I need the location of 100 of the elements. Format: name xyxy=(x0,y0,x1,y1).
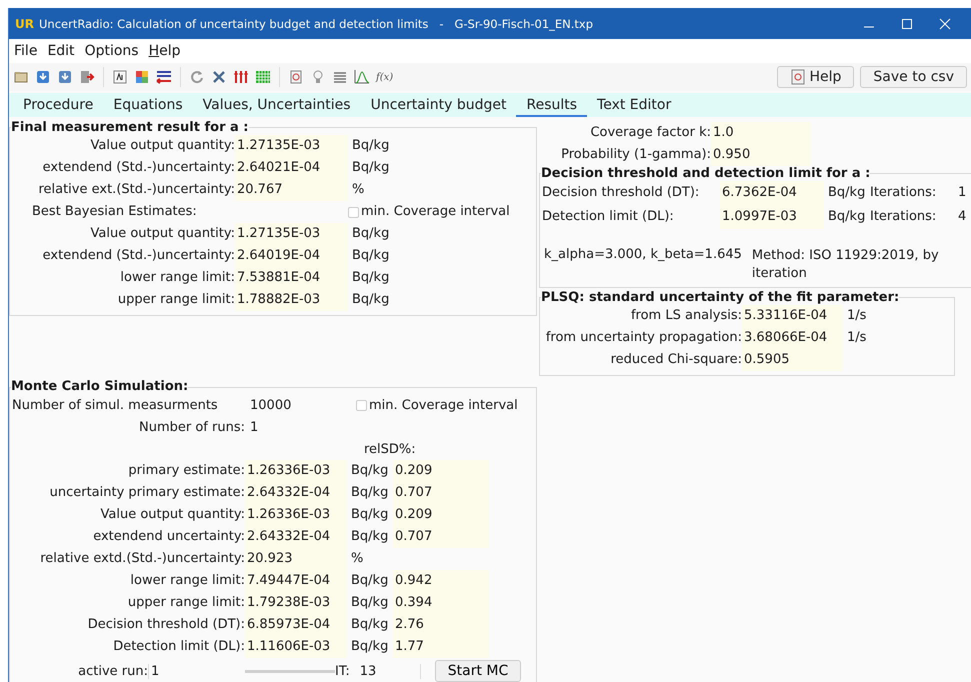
palette-icon[interactable] xyxy=(134,69,150,85)
unit-label: Bq/kg xyxy=(351,159,390,177)
field-label: lower range limit: xyxy=(119,269,235,287)
value-field: 7.49447E-04 xyxy=(245,570,347,592)
tab[interactable]: Results xyxy=(516,95,588,117)
download-icon[interactable] xyxy=(35,69,51,85)
unit-label: 1/s xyxy=(846,329,868,347)
value-field: 1.0 xyxy=(711,122,811,144)
menu-item[interactable]: File xyxy=(13,43,38,59)
curve-icon[interactable] xyxy=(354,69,370,85)
unit-label: Bq/kg xyxy=(351,247,390,265)
help-button[interactable]: Help xyxy=(777,66,854,88)
value-text: 1 xyxy=(249,420,258,434)
tab[interactable]: Uncertainty budget xyxy=(360,95,516,117)
field-label: Decision threshold (DT): xyxy=(86,616,245,634)
unit-label: Bq/kg xyxy=(350,572,390,590)
tab[interactable]: Values, Uncertainties xyxy=(192,95,361,117)
value-text: 10000 xyxy=(250,398,292,412)
unit-label: Bq/kg xyxy=(350,528,390,546)
value-field: 7.53881E-04 xyxy=(235,267,348,289)
field-label: uncertainty primary estimate: xyxy=(48,484,245,502)
field-label: lower range limit: xyxy=(129,572,245,590)
column-header: relSD%: xyxy=(364,442,416,456)
download-icon[interactable] xyxy=(57,69,73,85)
field-label: from LS analysis: xyxy=(630,307,742,325)
value-field: 1.0997E-03 xyxy=(720,205,824,229)
folder-icon[interactable] xyxy=(13,69,29,85)
value-field: 20.767 xyxy=(235,179,348,201)
unit-label: Bq/kg xyxy=(827,208,866,226)
tab[interactable]: Equations xyxy=(103,95,193,117)
field-label: relative extd.(Std.-)uncertainty: xyxy=(39,550,245,568)
unit-label: Bq/kg xyxy=(351,137,390,155)
field-label: Iterations: xyxy=(869,184,938,202)
unit-label: Bq/kg xyxy=(351,291,390,309)
value-field: 1.27135E-03 xyxy=(235,223,348,245)
field-label: Value output quantity: xyxy=(90,225,235,243)
field-label: Detection limit (DL): xyxy=(112,638,245,656)
field-label: primary estimate: xyxy=(127,462,245,480)
field-label: relative ext.(Std.-)uncertainty: xyxy=(37,181,235,199)
report-icon xyxy=(790,69,806,85)
field-label: upper range limit: xyxy=(116,291,235,309)
relsd-field: 0.394 xyxy=(393,592,489,614)
checkbox-label: min. Coverage interval xyxy=(369,398,518,412)
save-csv-button[interactable]: Save to csv xyxy=(860,66,967,88)
section-title: PLSQ: standard uncertainty of the fit parameter: xyxy=(541,290,900,305)
field-label: upper range limit: xyxy=(126,594,245,612)
relsd-field: 1.77 xyxy=(393,636,489,658)
function-tool[interactable]: f(x) xyxy=(376,72,394,82)
field-label: Number of runs: xyxy=(138,420,245,434)
unit-label: % xyxy=(350,550,364,568)
value-field: 2.64332E-04 xyxy=(245,526,347,548)
exit-icon[interactable] xyxy=(79,69,95,85)
close-icon[interactable] xyxy=(939,18,951,30)
lines-arrow-icon[interactable] xyxy=(156,69,172,85)
field-label: Probability (1-gamma): xyxy=(560,146,711,164)
value-field: 2.64019E-04 xyxy=(235,245,348,267)
grid-icon[interactable] xyxy=(255,69,271,85)
value-field: 20.923 xyxy=(245,548,347,570)
relsd-field: 2.76 xyxy=(393,614,489,636)
value-field: 6.85973E-04 xyxy=(245,614,347,636)
tab[interactable]: Text Editor xyxy=(587,95,682,117)
field-label: Value output quantity: xyxy=(100,506,245,524)
unit-label: Bq/kg xyxy=(350,506,390,524)
section-title: Monte Carlo Simulation: xyxy=(11,380,188,394)
value-field: 2.64332E-04 xyxy=(245,482,347,504)
value-text: 4 xyxy=(957,208,968,226)
field-label: Detection limit (DL): xyxy=(542,208,675,226)
subsection-label: Best Bayesian Estimates: xyxy=(31,203,198,221)
checkbox[interactable] xyxy=(348,206,359,218)
unit-label: Bq/kg xyxy=(827,184,866,202)
report-icon[interactable] xyxy=(288,69,304,85)
field-label: Value output quantity: xyxy=(90,137,235,155)
menu-item[interactable]: Options xyxy=(84,43,140,59)
value-field: 1 xyxy=(148,664,241,678)
tab[interactable]: Procedure xyxy=(13,95,104,117)
unit-label: Bq/kg xyxy=(350,462,390,480)
refresh-icon[interactable] xyxy=(189,69,205,85)
relsd-field: 0.942 xyxy=(393,570,489,592)
maximize-icon[interactable] xyxy=(901,18,913,30)
value-text: 1 xyxy=(957,184,968,202)
field-label: reduced Chi-square: xyxy=(610,351,742,369)
relsd-field: 0.707 xyxy=(393,526,489,548)
checkbox-label: min. Coverage interval xyxy=(361,203,510,221)
bars-icon[interactable] xyxy=(233,69,249,85)
value-field: 2.64021E-04 xyxy=(235,157,348,179)
start-mc-button[interactable]: Start MC xyxy=(434,660,522,682)
checkbox[interactable] xyxy=(356,400,367,410)
relsd-field: 0.707 xyxy=(393,482,489,504)
menu-item[interactable]: Edit xyxy=(46,43,76,59)
field-label: Number of simul. measurments xyxy=(12,398,219,412)
field-label: Iterations: xyxy=(869,208,938,226)
value-field: 1.26336E-03 xyxy=(245,460,347,482)
unit-label: Bq/kg xyxy=(350,638,390,656)
window-title: UncertRadio: Calculation of uncertainty budget and detection limits - G-Sr-90-Fisch-01_EN.txp xyxy=(38,16,594,30)
value-field: 5.33116E-04 xyxy=(742,305,843,327)
value-field: 6.7362E-04 xyxy=(720,181,824,205)
value-field: 3.68066E-04 xyxy=(742,327,843,349)
menu-item[interactable]: Help xyxy=(148,43,182,59)
field-label: Coverage factor k: xyxy=(589,124,711,142)
method-text: Method: ISO 11929:2019, by iteration xyxy=(752,247,940,283)
